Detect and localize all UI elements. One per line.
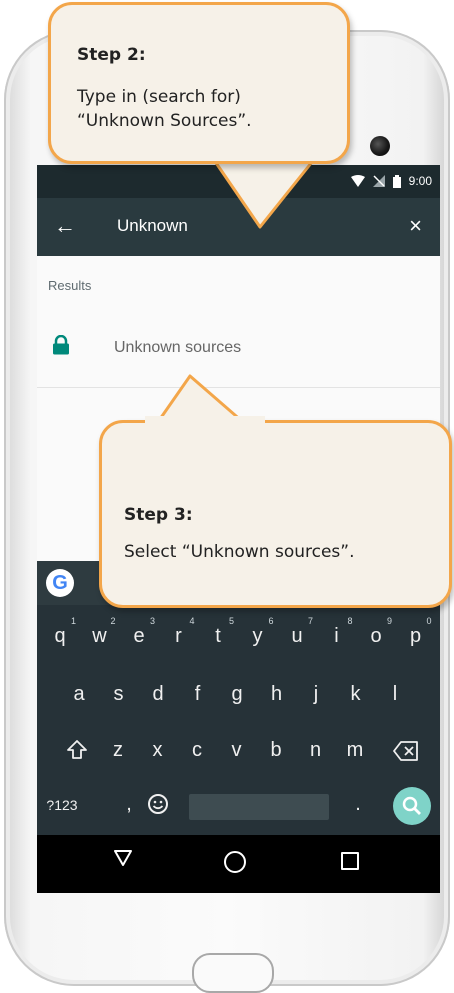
shift-icon[interactable] bbox=[66, 739, 88, 761]
key-label: r bbox=[175, 625, 182, 647]
key-t[interactable]: t5 bbox=[199, 616, 237, 648]
key-g[interactable]: g bbox=[218, 683, 256, 706]
key-number-hint: 3 bbox=[149, 616, 155, 626]
key-c[interactable]: c bbox=[178, 739, 216, 762]
step2-callout-pointer bbox=[210, 156, 318, 229]
key-label: m bbox=[346, 739, 364, 761]
key-label: l bbox=[392, 683, 398, 705]
key-q[interactable]: q1 bbox=[41, 616, 79, 648]
key-label: d bbox=[152, 683, 164, 705]
key-label: y bbox=[252, 625, 263, 647]
key-number-hint: 0 bbox=[426, 616, 432, 626]
key-d[interactable]: d bbox=[139, 683, 177, 706]
key-label: z bbox=[113, 739, 123, 761]
nav-recents-square-icon[interactable] bbox=[341, 852, 359, 870]
key-label: w bbox=[92, 625, 107, 647]
key-n[interactable]: n bbox=[297, 739, 335, 762]
key-label: x bbox=[152, 739, 163, 761]
key-number-hint: 1 bbox=[70, 616, 76, 626]
navigation-bar bbox=[37, 835, 440, 893]
nav-back-triangle-icon[interactable] bbox=[114, 849, 132, 867]
comma-key[interactable]: , bbox=[110, 793, 148, 816]
key-x[interactable]: x bbox=[139, 739, 177, 762]
backspace-icon[interactable] bbox=[393, 741, 419, 761]
key-s[interactable]: s bbox=[100, 683, 138, 706]
step3-callout: Step 3: Select “Unknown sources”. bbox=[99, 420, 452, 608]
key-number-hint: 9 bbox=[386, 616, 392, 626]
period-key[interactable]: . bbox=[339, 793, 377, 816]
key-a[interactable]: a bbox=[60, 683, 98, 706]
key-p[interactable]: p0 bbox=[397, 616, 435, 648]
google-logo-icon[interactable]: G bbox=[46, 569, 74, 597]
lock-icon bbox=[53, 335, 69, 355]
result-item-label: Unknown sources bbox=[114, 339, 242, 356]
keyboard-search-button[interactable] bbox=[393, 787, 431, 825]
key-label: g bbox=[231, 683, 243, 705]
results-section-label: Results bbox=[48, 278, 92, 293]
symbols-key[interactable]: ?123 bbox=[40, 797, 84, 813]
front-camera bbox=[370, 136, 390, 156]
back-arrow-icon[interactable]: ← bbox=[54, 212, 76, 240]
key-number-hint: 7 bbox=[307, 616, 313, 626]
key-number-hint: 8 bbox=[347, 616, 353, 626]
key-label: o bbox=[370, 625, 382, 647]
step3-pointer-joint bbox=[145, 416, 265, 424]
key-z[interactable]: z bbox=[99, 739, 137, 762]
key-y[interactable]: y6 bbox=[239, 616, 277, 648]
step3-body: Select “Unknown sources”. bbox=[124, 542, 355, 562]
key-j[interactable]: j bbox=[297, 683, 335, 706]
key-label: t bbox=[215, 625, 221, 647]
key-label: c bbox=[192, 739, 202, 761]
key-u[interactable]: u7 bbox=[278, 616, 316, 648]
key-number-hint: 2 bbox=[110, 616, 116, 626]
key-m[interactable]: m bbox=[336, 739, 374, 762]
key-o[interactable]: o9 bbox=[357, 616, 395, 648]
step2-callout: Step 2: Type in (search for) “Unknown So… bbox=[48, 2, 350, 164]
step2-line2: “Unknown Sources”. bbox=[77, 111, 252, 131]
key-r[interactable]: r4 bbox=[160, 616, 198, 648]
key-label: i bbox=[334, 625, 339, 647]
key-label: v bbox=[231, 739, 242, 761]
key-label: a bbox=[73, 683, 85, 705]
key-number-hint: 6 bbox=[268, 616, 274, 626]
search-icon bbox=[402, 796, 421, 815]
key-v[interactable]: v bbox=[218, 739, 256, 762]
space-bar[interactable] bbox=[189, 794, 329, 820]
key-label: j bbox=[313, 683, 319, 705]
key-label: e bbox=[133, 625, 145, 647]
key-h[interactable]: h bbox=[258, 683, 296, 706]
step2-title: Step 2: bbox=[77, 45, 146, 65]
key-number-hint: 4 bbox=[189, 616, 195, 626]
status-time: 9:00 bbox=[408, 174, 432, 188]
key-i[interactable]: i8 bbox=[318, 616, 356, 648]
key-f[interactable]: f bbox=[179, 683, 217, 706]
clear-search-icon[interactable]: × bbox=[409, 211, 422, 241]
home-button[interactable] bbox=[192, 953, 274, 993]
key-label: k bbox=[350, 683, 361, 705]
key-label: f bbox=[194, 683, 201, 705]
nav-home-circle-icon[interactable] bbox=[224, 851, 246, 873]
key-w[interactable]: w2 bbox=[81, 616, 119, 648]
search-input[interactable]: Unknown bbox=[117, 216, 188, 236]
key-label: u bbox=[291, 625, 303, 647]
key-e[interactable]: e3 bbox=[120, 616, 158, 648]
key-label: n bbox=[309, 739, 322, 761]
key-label: q bbox=[54, 625, 66, 647]
battery-icon bbox=[392, 174, 401, 188]
emoji-key-icon[interactable] bbox=[147, 793, 169, 815]
key-label: b bbox=[270, 739, 282, 761]
signal-icon bbox=[372, 175, 385, 187]
key-number-hint: 5 bbox=[228, 616, 234, 626]
key-l[interactable]: l bbox=[376, 683, 414, 706]
key-label: h bbox=[270, 683, 283, 705]
step3-title: Step 3: bbox=[124, 505, 193, 525]
key-label: s bbox=[113, 683, 124, 705]
key-k[interactable]: k bbox=[337, 683, 375, 706]
wifi-icon bbox=[350, 175, 365, 187]
step2-line1: Type in (search for) bbox=[77, 87, 241, 107]
key-b[interactable]: b bbox=[257, 739, 295, 762]
key-label: p bbox=[409, 625, 422, 647]
